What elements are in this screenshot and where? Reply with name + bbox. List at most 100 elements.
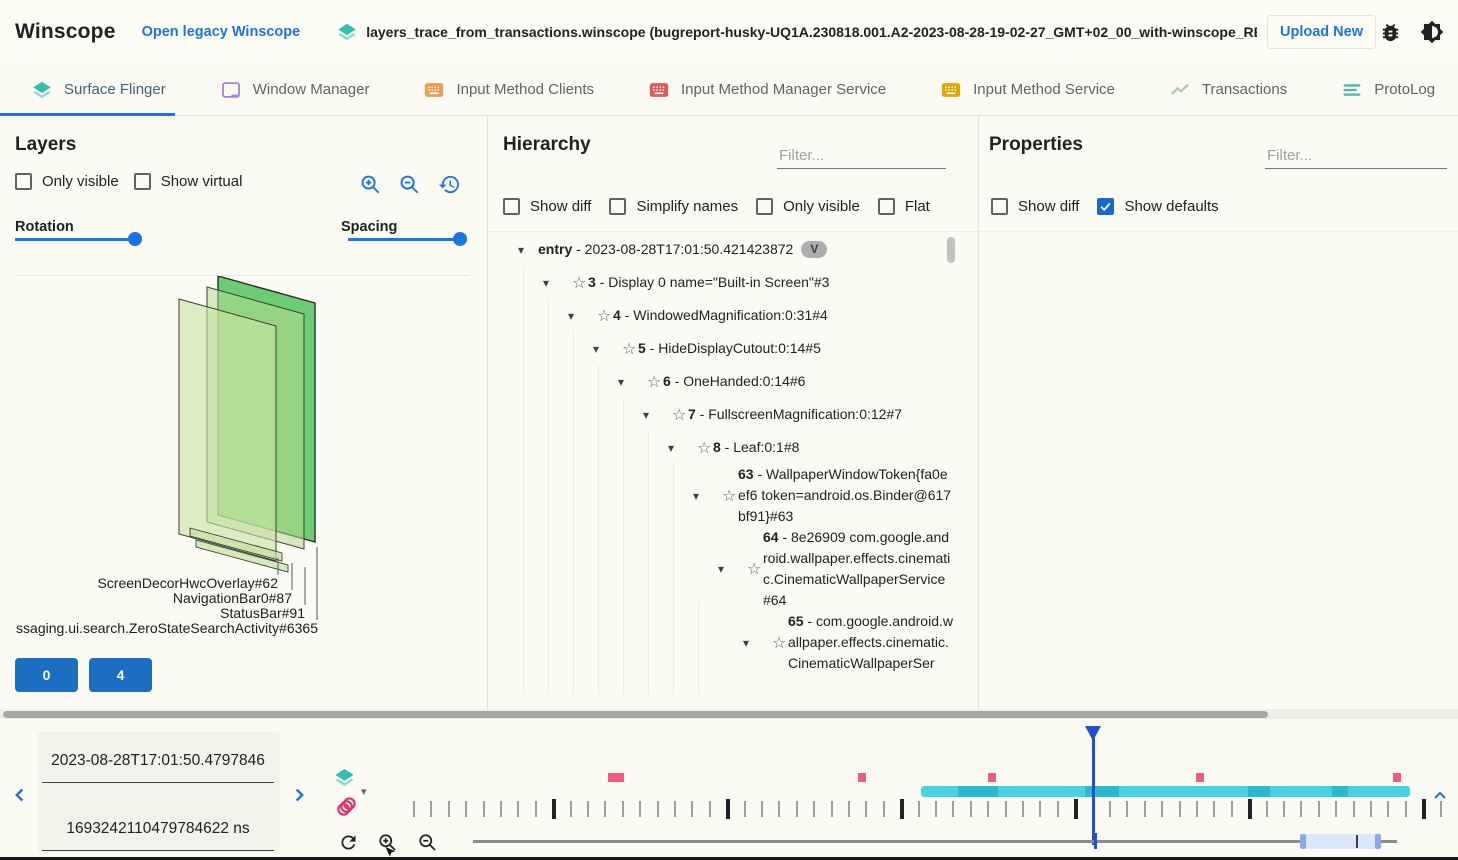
collapse-timeline-icon[interactable] <box>1428 784 1452 808</box>
checkbox-label: Only visible <box>783 198 860 215</box>
pin-star-icon[interactable]: ☆ <box>747 559 763 579</box>
expand-arrow-icon[interactable]: ▾ <box>718 562 732 576</box>
expand-arrow-icon[interactable]: ▾ <box>568 309 582 323</box>
checkbox-show-virtual[interactable]: Show virtual <box>134 173 243 190</box>
tab-input-method-service[interactable]: Input Method Service <box>913 64 1142 115</box>
rotation-slider-thumb[interactable] <box>128 232 142 246</box>
tree-node-entry[interactable]: ▾entry - 2023-08-28T17:01:50.421423872V <box>490 233 958 266</box>
ruler-major-tick <box>552 799 556 819</box>
overview-selection[interactable] <box>1303 834 1378 849</box>
expand-arrow-icon[interactable]: ▾ <box>743 636 757 650</box>
timestamp-box <box>38 732 280 853</box>
trace-selector-dropdown-icon[interactable]: ▾ <box>361 785 367 798</box>
unchecked-checkbox-icon[interactable] <box>15 173 32 190</box>
transitions-trace-icon[interactable] <box>334 794 359 819</box>
expand-arrow-icon[interactable]: ▾ <box>693 489 707 503</box>
unchecked-checkbox-icon[interactable] <box>609 198 626 215</box>
unchecked-checkbox-icon[interactable] <box>503 198 520 215</box>
transition-marker[interactable] <box>1393 773 1401 782</box>
tab-transactions[interactable]: Transactions <box>1142 64 1314 115</box>
display-id-button-4[interactable]: 4 <box>89 658 152 692</box>
unchecked-checkbox-icon[interactable] <box>756 198 773 215</box>
tab-protolog[interactable]: ProtoLog <box>1314 64 1458 115</box>
pin-star-icon[interactable]: ☆ <box>772 633 788 653</box>
bug-report-icon[interactable] <box>1378 20 1402 44</box>
overview-line[interactable] <box>473 840 1397 843</box>
main-scrollbar[interactable] <box>3 711 1268 718</box>
tree-node-3[interactable]: ▾☆3 - Display 0 name="Built-in Screen"#3 <box>490 266 958 299</box>
tab-input-method-manager-service[interactable]: Input Method Manager Service <box>621 64 913 115</box>
timestamp-ns-input[interactable] <box>42 808 274 851</box>
checkbox-simplify-names[interactable]: Simplify names <box>609 198 738 215</box>
pin-star-icon[interactable]: ☆ <box>622 339 638 359</box>
transition-marker[interactable] <box>608 773 616 782</box>
layer-label: NavigationBar0#87 <box>173 590 292 606</box>
pin-star-icon[interactable]: ☆ <box>672 405 688 425</box>
tab-window-manager[interactable]: Window Manager <box>193 64 397 115</box>
upload-new-button[interactable]: Upload New <box>1267 15 1376 49</box>
pin-star-icon[interactable]: ☆ <box>572 273 588 293</box>
tree-node-63[interactable]: ▾☆63 - WallpaperWindowToken{fa0eef6 toke… <box>490 464 958 527</box>
expand-arrow-icon[interactable]: ▾ <box>593 342 607 356</box>
unchecked-checkbox-icon[interactable] <box>991 198 1008 215</box>
hierarchy-panel-title: Hierarchy <box>503 134 591 156</box>
pin-star-icon[interactable]: ☆ <box>647 372 663 392</box>
hierarchy-divider <box>488 231 978 232</box>
tree-node-5[interactable]: ▾☆5 - HideDisplayCutout:0:14#5 <box>490 332 958 365</box>
display-id-button-0[interactable]: 0 <box>15 658 78 692</box>
tree-node-65[interactable]: ▾☆65 - com.google.android.wallpaper.effe… <box>490 611 958 674</box>
tab-input-method-clients[interactable]: Input Method Clients <box>396 64 621 115</box>
rotation-slider[interactable] <box>15 232 136 246</box>
timeline-zoom-out-icon[interactable] <box>417 832 438 853</box>
ruler-minor-tick <box>657 801 659 817</box>
restore-icon[interactable] <box>437 172 461 196</box>
properties-filter-input[interactable] <box>1265 143 1447 169</box>
tree-node-4[interactable]: ▾☆4 - WindowedMagnification:0:31#4 <box>490 299 958 332</box>
pin-star-icon[interactable]: ☆ <box>722 486 738 506</box>
transition-marker[interactable] <box>1196 773 1204 782</box>
checkbox-flat[interactable]: Flat <box>878 198 930 215</box>
checkbox-show-diff[interactable]: Show diff <box>991 198 1079 215</box>
unchecked-checkbox-icon[interactable] <box>134 173 151 190</box>
checkbox-only-visible[interactable]: Only visible <box>15 173 119 190</box>
expand-arrow-icon[interactable]: ▾ <box>543 276 557 290</box>
tree-node-64[interactable]: ▾☆64 - 8e26909 com.google.android.wallpa… <box>490 527 958 611</box>
overview-cursor-tick[interactable] <box>1094 833 1097 849</box>
transition-marker[interactable] <box>616 773 624 782</box>
zoom-out-icon[interactable] <box>397 172 421 196</box>
transition-marker[interactable] <box>988 773 996 782</box>
timestamp-human-input[interactable] <box>42 740 274 783</box>
hierarchy-filter-input[interactable] <box>777 143 946 169</box>
spacing-slider-thumb[interactable] <box>453 232 467 246</box>
pin-star-icon[interactable]: ☆ <box>697 438 713 458</box>
transition-marker[interactable] <box>858 773 866 782</box>
ruler-minor-tick <box>1370 801 1372 817</box>
layer-rect[interactable] <box>179 299 276 561</box>
checkbox-show-diff[interactable]: Show diff <box>503 198 591 215</box>
expand-arrow-icon[interactable]: ▾ <box>668 441 682 455</box>
tree-node-8[interactable]: ▾☆8 - Leaf:0:1#8 <box>490 431 958 464</box>
tab-surface-flinger[interactable]: Surface Flinger <box>4 64 193 115</box>
hierarchy-scrollbar[interactable] <box>947 237 955 263</box>
unchecked-checkbox-icon[interactable] <box>878 198 895 215</box>
dark-mode-icon[interactable] <box>1420 20 1444 44</box>
overview-selection-handle[interactable] <box>1300 834 1306 849</box>
expand-arrow-icon[interactable]: ▾ <box>518 243 532 257</box>
checkbox-show-defaults[interactable]: Show defaults <box>1097 198 1218 215</box>
surface-flinger-trace-icon[interactable] <box>333 766 356 789</box>
zoom-in-icon[interactable] <box>358 172 382 196</box>
prev-entry-button[interactable] <box>8 783 32 807</box>
timeline-cursor[interactable] <box>1092 727 1095 845</box>
tree-node-7[interactable]: ▾☆7 - FullscreenMagnification:0:12#7 <box>490 398 958 431</box>
checkbox-only-visible[interactable]: Only visible <box>756 198 860 215</box>
next-entry-button[interactable] <box>287 783 311 807</box>
tree-node-6[interactable]: ▾☆6 - OneHanded:0:14#6 <box>490 365 958 398</box>
pin-star-icon[interactable]: ☆ <box>597 306 613 326</box>
overview-selection-handle[interactable] <box>1375 834 1381 849</box>
checked-checkbox-icon[interactable] <box>1097 198 1114 215</box>
expand-arrow-icon[interactable]: ▾ <box>643 408 657 422</box>
expand-arrow-icon[interactable]: ▾ <box>618 375 632 389</box>
open-legacy-winscope-link[interactable]: Open legacy Winscope <box>142 24 301 40</box>
spacing-slider[interactable] <box>348 232 462 246</box>
refresh-icon[interactable] <box>338 832 359 853</box>
